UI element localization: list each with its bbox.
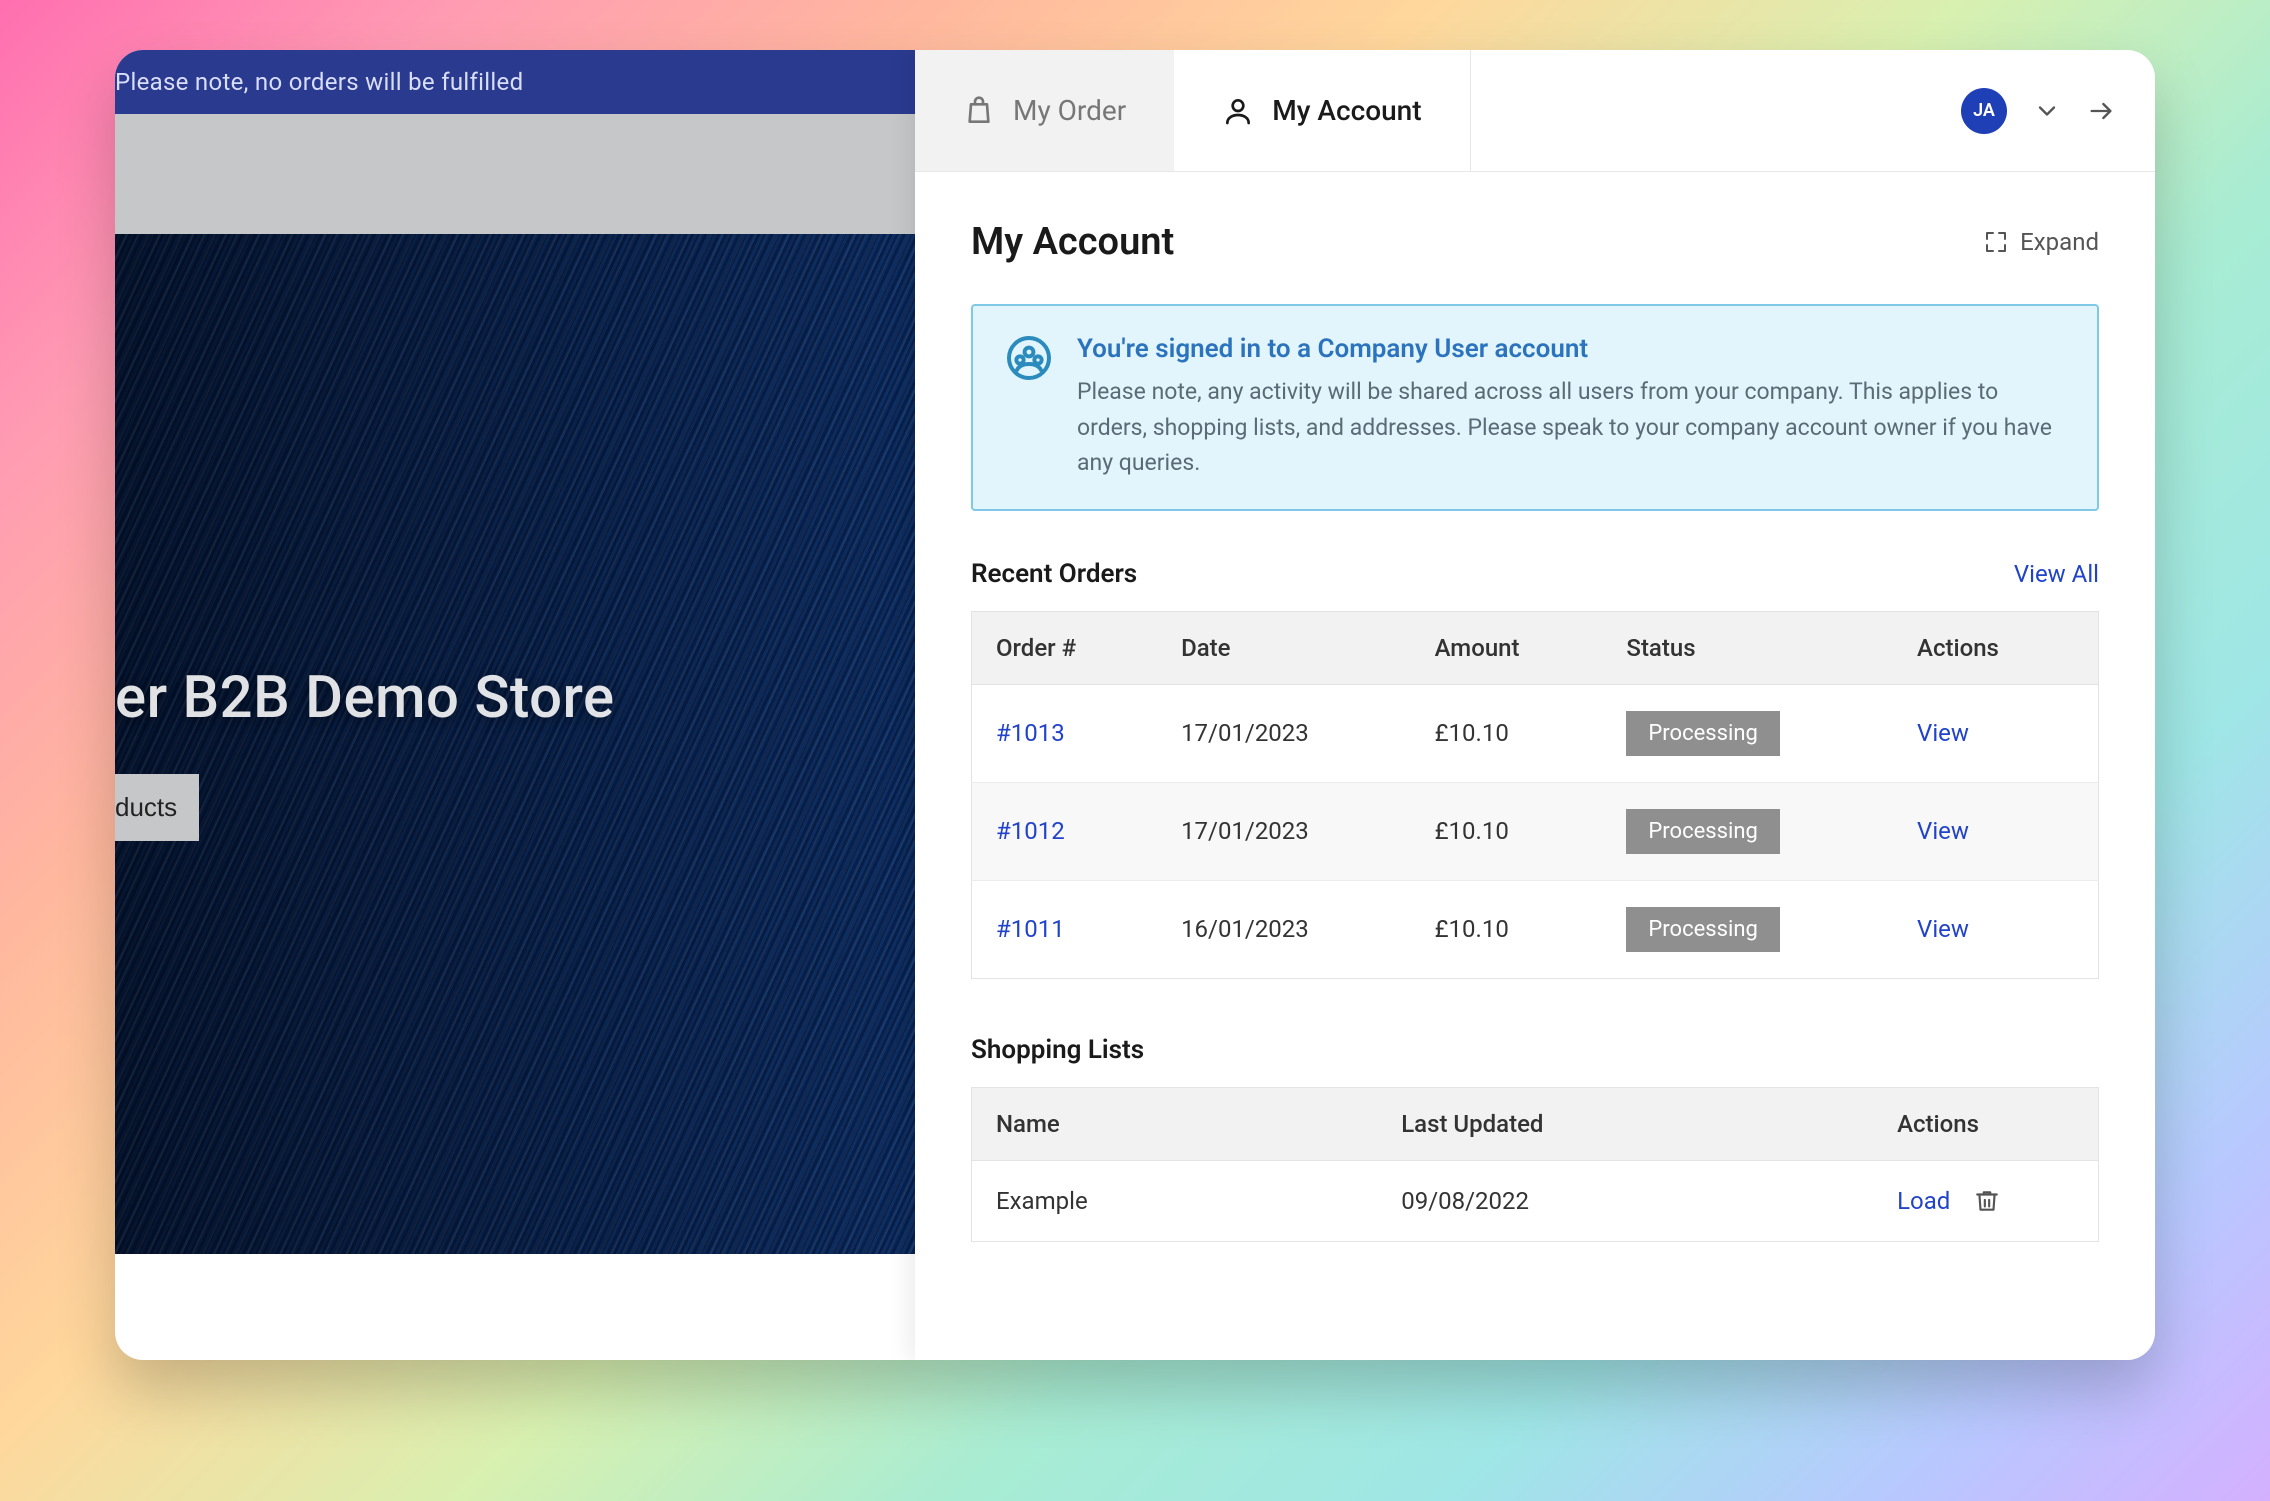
order-date: 17/01/2023 <box>1157 782 1411 880</box>
orders-header-row: Order # Date Amount Status Actions <box>972 611 2099 684</box>
lists-col-name: Name <box>972 1087 1378 1160</box>
status-badge: Processing <box>1626 907 1779 952</box>
panel-tab-bar: My Order My Account JA <box>915 50 2155 172</box>
info-banner-content: You're signed in to a Company User accou… <box>1077 334 2065 481</box>
shopping-lists-table: Name Last Updated Actions Example 09/08/… <box>971 1087 2099 1242</box>
store-hero-title: er B2B Demo Store <box>115 664 615 732</box>
recent-orders-header: Recent Orders View All <box>971 559 2099 589</box>
list-actions: Load <box>1897 1187 2062 1215</box>
orders-col-order: Order # <box>972 611 1158 684</box>
view-order-link[interactable]: View <box>1917 817 1969 845</box>
order-amount: £10.10 <box>1411 880 1603 978</box>
expand-button[interactable]: Expand <box>1984 228 2099 256</box>
users-group-icon <box>1005 334 1053 382</box>
order-date: 17/01/2023 <box>1157 684 1411 782</box>
tab-bar-spacer <box>1470 50 1921 171</box>
table-row: #1012 17/01/2023 £10.10 Processing View <box>972 782 2099 880</box>
recent-orders-heading: Recent Orders <box>971 559 1137 589</box>
tab-my-order-label: My Order <box>1013 94 1126 127</box>
table-row: #1011 16/01/2023 £10.10 Processing View <box>972 880 2099 978</box>
account-panel: My Order My Account JA My Ac <box>915 50 2155 1360</box>
list-updated: 09/08/2022 <box>1377 1160 1873 1241</box>
expand-label: Expand <box>2020 228 2099 256</box>
order-amount: £10.10 <box>1411 782 1603 880</box>
load-list-link[interactable]: Load <box>1897 1187 1950 1215</box>
store-hero-button[interactable]: ducts <box>115 774 199 841</box>
orders-col-amount: Amount <box>1411 611 1603 684</box>
view-all-orders-link[interactable]: View All <box>2014 560 2099 588</box>
orders-col-actions: Actions <box>1893 611 2098 684</box>
view-order-link[interactable]: View <box>1917 915 1969 943</box>
shopping-lists-heading: Shopping Lists <box>971 1035 1144 1065</box>
info-banner-text: Please note, any activity will be shared… <box>1077 374 2065 481</box>
panel-body: My Account Expand <box>915 172 2155 1298</box>
tab-my-account-label: My Account <box>1272 94 1421 127</box>
recent-orders-table: Order # Date Amount Status Actions #1013… <box>971 611 2099 979</box>
order-number-link[interactable]: #1012 <box>996 817 1065 845</box>
tab-my-order[interactable]: My Order <box>915 50 1174 171</box>
company-account-info-banner: You're signed in to a Company User accou… <box>971 304 2099 511</box>
lists-col-actions: Actions <box>1873 1087 2098 1160</box>
view-order-link[interactable]: View <box>1917 719 1969 747</box>
app-window: Please note, no orders will be fulfilled… <box>115 50 2155 1360</box>
order-number-link[interactable]: #1013 <box>996 719 1065 747</box>
order-amount: £10.10 <box>1411 684 1603 782</box>
table-row: #1013 17/01/2023 £10.10 Processing View <box>972 684 2099 782</box>
orders-col-status: Status <box>1602 611 1893 684</box>
hero-texture-blue <box>115 234 945 1254</box>
close-panel-arrow-icon[interactable] <box>2087 97 2115 125</box>
user-menu-chevron[interactable] <box>2033 97 2061 125</box>
avatar[interactable]: JA <box>1961 88 2007 134</box>
lists-header-row: Name Last Updated Actions <box>972 1087 2099 1160</box>
shopping-bag-icon <box>963 95 995 127</box>
order-date: 16/01/2023 <box>1157 880 1411 978</box>
table-row: Example 09/08/2022 Load <box>972 1160 2099 1241</box>
expand-icon <box>1984 230 2008 254</box>
orders-col-date: Date <box>1157 611 1411 684</box>
trash-icon[interactable] <box>1974 1188 2000 1214</box>
status-badge: Processing <box>1626 711 1779 756</box>
order-number-link[interactable]: #1011 <box>996 915 1065 943</box>
tab-my-account[interactable]: My Account <box>1174 50 1469 171</box>
info-banner-title: You're signed in to a Company User accou… <box>1077 334 2065 364</box>
status-badge: Processing <box>1626 809 1779 854</box>
lists-col-updated: Last Updated <box>1377 1087 1873 1160</box>
list-name: Example <box>972 1160 1378 1241</box>
shopping-lists-header: Shopping Lists <box>971 1035 2099 1065</box>
page-title: My Account <box>971 220 1174 264</box>
user-icon <box>1222 95 1254 127</box>
panel-header-right: JA <box>1921 50 2155 171</box>
page-title-row: My Account Expand <box>971 220 2099 264</box>
